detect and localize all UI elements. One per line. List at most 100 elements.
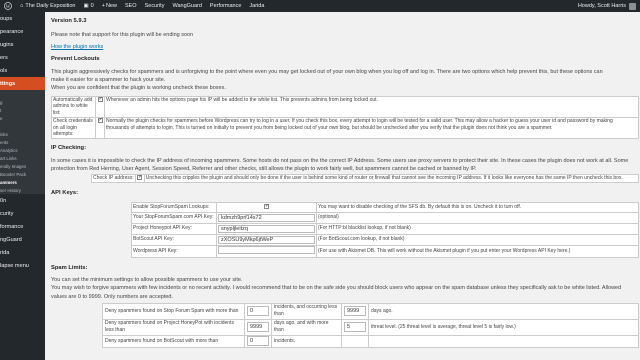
- botscout-incidents-input[interactable]: 0: [247, 336, 269, 347]
- security-menu[interactable]: Security: [141, 0, 169, 12]
- admin-bar: W ⌂ The Daily Exposition ▣ 0 + New SEO S…: [0, 0, 640, 12]
- plus-icon: +: [101, 3, 105, 9]
- botscout-api-key-input[interactable]: zXOSU9yMkp6jtWeP: [218, 235, 315, 244]
- account-menu[interactable]: Howdy, Scott Harris: [578, 2, 640, 10]
- check-credentials-checkbox[interactable]: [97, 117, 103, 124]
- sfs-limit-label: Deny spammers found on Stop Forum Spam w…: [102, 302, 245, 320]
- sidebar-item-14[interactable]: art Links: [0, 154, 45, 162]
- table-row: Project Honeypot API Key: snypljleitzq (…: [131, 222, 639, 235]
- comments-link[interactable]: ▣ 0: [79, 0, 97, 12]
- sfs-limit-mid: incidents, and occurring less than: [271, 302, 342, 320]
- support-notice: Please note that support for this plugin…: [51, 31, 194, 38]
- main-content: Version 5.9.3 Please note that support f…: [45, 12, 640, 360]
- honeypot-limit-label: Deny spammers found on Project HoneyPot …: [102, 318, 245, 336]
- table-row: Deny spammers found on BotScout with mor…: [102, 334, 639, 348]
- ip-checking-desc: In some cases it is impossible to check …: [51, 157, 629, 173]
- admin-whitelist-desc: Whenever an admin hits the options page …: [104, 95, 639, 118]
- spam-limits-table: Deny spammers found on Stop Forum Spam w…: [102, 302, 639, 348]
- sidebar-item-6[interactable]: [0, 90, 45, 98]
- table-row: Deny spammers found on Stop Forum Spam w…: [102, 302, 639, 320]
- table-row: Check IP address: Unchecking this crippl…: [91, 174, 640, 184]
- table-row: Automatically add admins to white list: …: [51, 95, 639, 118]
- sidebar-item-13[interactable]: Analytics: [0, 146, 45, 154]
- api-keys-heading: API Keys:: [51, 190, 79, 197]
- prevent-lockouts-heading: Prevent Lockouts: [51, 56, 100, 63]
- sidebar-item-1[interactable]: pearance: [0, 25, 45, 38]
- sidebar-item-16[interactable]: Booster Pack: [0, 170, 45, 178]
- sidebar-item-9[interactable]: e: [0, 114, 45, 122]
- check-ip-desc: Unchecking this cripples the plugin and …: [143, 174, 640, 184]
- sidebar-item-10[interactable]: [0, 122, 45, 130]
- sfs-api-key-input[interactable]: kdmzh9prf14s72: [218, 213, 315, 222]
- wordpress-logo-icon[interactable]: W: [0, 0, 16, 12]
- wanguard-menu[interactable]: WangGuard: [168, 0, 205, 12]
- sfs-enable-label: Enable StopForumSpam Lookups:: [131, 201, 217, 213]
- lockout-options-table: Automatically add admins to white list: …: [51, 95, 639, 140]
- sidebar-item-2[interactable]: ugins: [0, 38, 45, 51]
- honeypot-threat-input[interactable]: 5: [344, 322, 366, 333]
- sidebar-item-20[interactable]: curity: [0, 207, 45, 220]
- sidebar-item-17[interactable]: ammers: [0, 178, 45, 186]
- sidebar-item-5[interactable]: ttings: [0, 77, 45, 90]
- sfs-days-input[interactable]: 9999: [344, 306, 366, 317]
- spam-limits-desc-3: values are 0 to 9999. Only numbers are a…: [51, 293, 173, 300]
- jarida-menu[interactable]: Jarida: [245, 0, 268, 12]
- sidebar-item-18[interactable]: ser History: [0, 186, 45, 194]
- seo-menu[interactable]: SEO: [121, 0, 141, 12]
- admin-sidebar: oups pearance ugins ers ols ttings g t e inks ents…: [0, 12, 45, 360]
- check-ip-checkbox[interactable]: [137, 174, 142, 181]
- botscout-key-desc: (For BotScout.com lookup, if not blank): [316, 233, 639, 246]
- sfs-limit-post: days ago.: [368, 302, 639, 320]
- sfs-key-desc: (optional): [316, 211, 639, 224]
- table-row: Deny spammers found on Project HoneyPot …: [102, 318, 639, 336]
- sidebar-item-0[interactable]: oups: [0, 12, 45, 25]
- sidebar-item-12[interactable]: ents: [0, 138, 45, 146]
- sidebar-item-7[interactable]: g: [0, 98, 45, 106]
- sidebar-item-21[interactable]: formance: [0, 220, 45, 233]
- honeypot-limit-mid: days ago, and with more than: [271, 318, 342, 336]
- comment-icon: ▣: [83, 3, 89, 9]
- check-ip-label: Check IP address:: [91, 174, 136, 184]
- avatar: [629, 2, 636, 10]
- sidebar-item-4[interactable]: ols: [0, 64, 45, 77]
- sfs-enable-desc: You may want to disable checking of the …: [316, 201, 639, 213]
- sfs-key-label: Your StopForumSpam.com API Key:: [131, 211, 217, 224]
- sidebar-item-23[interactable]: rida: [0, 246, 45, 259]
- new-content-link[interactable]: + New: [98, 0, 121, 12]
- admin-whitelist-checkbox[interactable]: [97, 96, 103, 103]
- admin-whitelist-label: Automatically add admins to white list:: [51, 95, 96, 118]
- botscout-limit-label: Deny spammers found on BotScout with mor…: [102, 334, 245, 348]
- wordpress-api-key-input[interactable]: [218, 245, 315, 254]
- check-credentials-label: Check credentials on all login attempts:: [51, 116, 96, 140]
- site-name-link[interactable]: ⌂ The Daily Exposition: [16, 0, 79, 12]
- sidebar-item-3[interactable]: ers: [0, 51, 45, 64]
- how-plugin-works-link[interactable]: How the plugin works: [51, 44, 103, 50]
- sidebar-item-24[interactable]: lapse menu: [0, 259, 45, 272]
- home-icon: ⌂: [20, 3, 24, 9]
- honeypot-key-label: Project Honeypot API Key:: [131, 222, 217, 235]
- svg-text:W: W: [6, 5, 11, 10]
- table-row: BotScout API Key: zXOSU9yMkp6jtWeP (For …: [131, 233, 639, 246]
- prevent-desc-line-1: This plugin aggressively checks for spam…: [51, 68, 603, 75]
- sidebar-item-11[interactable]: inks: [0, 130, 45, 138]
- sfs-incidents-input[interactable]: 0: [247, 306, 269, 317]
- table-row: Enable StopForumSpam Lookups: You may wa…: [131, 201, 639, 213]
- honeypot-key-desc: (For HTTP:bl blacklist lookup, if not bl…: [316, 222, 639, 235]
- sidebar-item-15[interactable]: endly Images: [0, 162, 45, 170]
- performance-menu[interactable]: Performance: [206, 0, 246, 12]
- honeypot-limit-post: threat level. (25 threat level is averag…: [368, 318, 639, 336]
- sfs-enable-checkbox[interactable]: [264, 203, 269, 210]
- honeypot-days-input[interactable]: 9999: [247, 322, 269, 333]
- plugin-version: Version 5.9.3: [51, 18, 87, 24]
- sidebar-item-8[interactable]: t: [0, 106, 45, 114]
- sidebar-item-22[interactable]: ngGuard: [0, 233, 45, 246]
- sidebar-item-19[interactable]: 0n: [0, 194, 45, 207]
- ip-check-table: Check IP address: Unchecking this crippl…: [91, 174, 640, 184]
- botscout-limit-mid: incidents.: [271, 334, 342, 348]
- wordpress-key-desc: (For use with Akismet DB. This will work…: [316, 244, 639, 258]
- spam-limits-heading: Spam Limits:: [51, 264, 88, 271]
- spam-limits-desc-2: You may wish to forgive spammers with fe…: [51, 285, 622, 292]
- spam-limits-desc-1: You can set the minimum settings to allo…: [51, 277, 243, 284]
- table-row: Wordpress API Key: (For use with Akismet…: [131, 244, 639, 258]
- honeypot-api-key-input[interactable]: snypljleitzq: [218, 224, 315, 233]
